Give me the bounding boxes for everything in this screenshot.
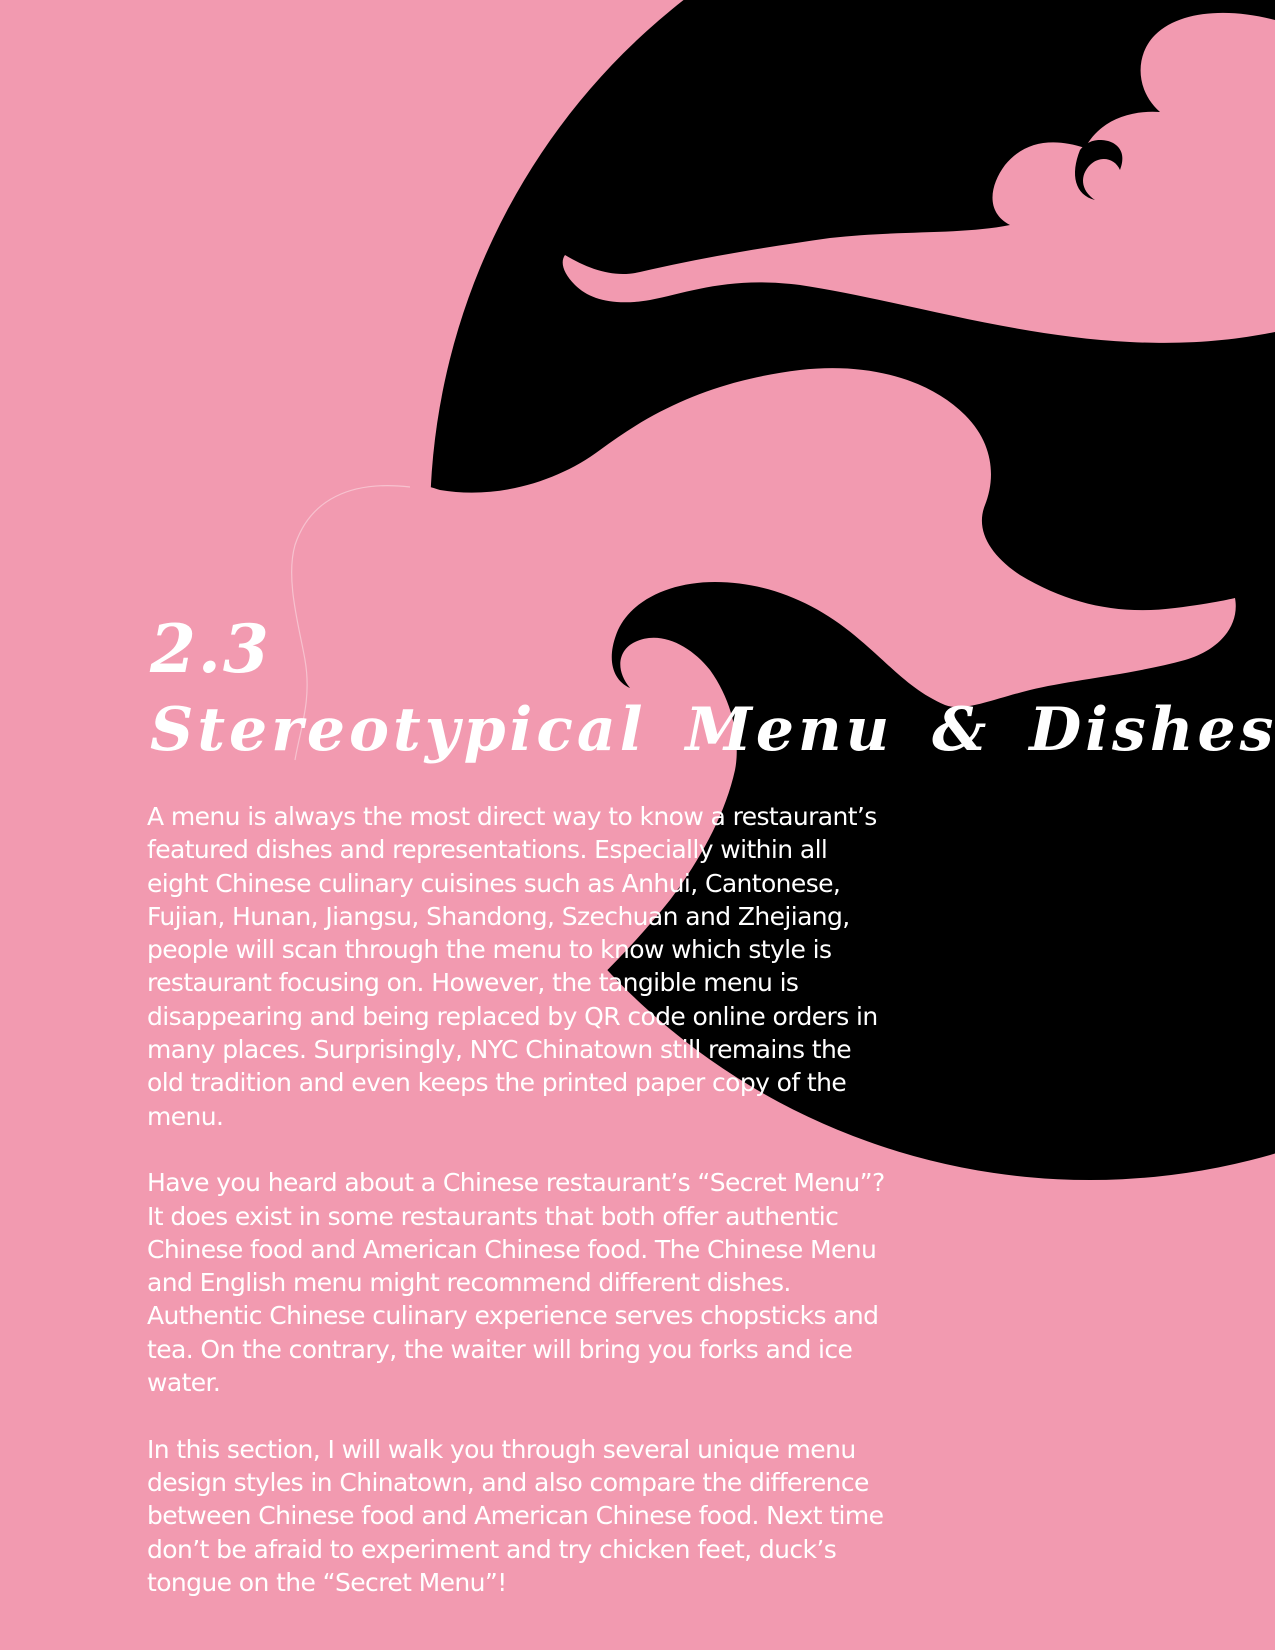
- paragraph-intro: A menu is always the most direct way to …: [147, 802, 878, 1131]
- section-number: 2.3: [150, 610, 271, 688]
- paragraph-section-overview: In this section, I will walk you through…: [147, 1434, 884, 1597]
- paragraph-secret-menu: Have you heard about a Chinese restauran…: [147, 1168, 885, 1398]
- page: 2.3 Stereotypical Menu & Dishes A menu i…: [0, 0, 1275, 1650]
- body-text: A menu is always the most direct way to …: [147, 800, 887, 1632]
- section-heading: 2.3 Stereotypical Menu & Dishes: [150, 608, 1275, 770]
- section-title: Stereotypical Menu & Dishes: [150, 695, 1275, 765]
